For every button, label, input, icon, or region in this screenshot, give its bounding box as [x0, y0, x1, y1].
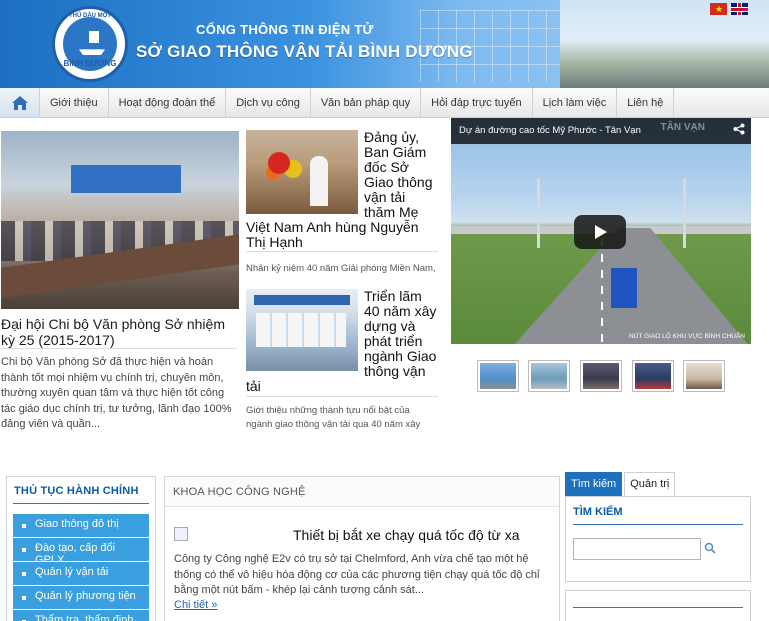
video-player[interactable]: Dự án đường cao tốc Mỹ Phước - Tân Vạn T… — [451, 118, 751, 344]
nav-item-hoi-dap-truc-tuyen[interactable]: Hỏi đáp trực tuyến — [421, 88, 533, 117]
ship-hull-icon — [79, 49, 105, 55]
nav-home[interactable] — [0, 88, 40, 117]
logo-name: BÌNH DƯƠNG — [63, 59, 117, 68]
main-nav: Giới thiệu Hoạt động đoàn thể Dịch vụ cô… — [0, 88, 769, 118]
ship-icon — [89, 31, 99, 43]
nav-item-lien-he[interactable]: Liên hệ — [617, 88, 675, 117]
news-title-side: Triển lãm 40 năm xây dựng và phát triển … — [364, 288, 437, 379]
vietnam-flag-icon[interactable]: ★ — [710, 3, 727, 15]
search-input[interactable] — [573, 538, 701, 560]
tab-search[interactable]: Tìm kiếm — [565, 472, 623, 496]
news-description: Giới thiệu những thành tựu nổi bật của n… — [246, 405, 421, 430]
science-tech-panel: KHOA HỌC CÔNG NGHỆ Thiết bị bắt xe chạy … — [164, 476, 560, 621]
news-title-rest: Việt Nam Anh hùng Nguyễn Thị Hạnh — [246, 219, 419, 250]
pole-shape — [537, 178, 540, 248]
article-image[interactable] — [174, 527, 188, 541]
read-more-link[interactable]: Chi tiết » — [174, 599, 217, 611]
right-tabs: Tìm kiếm Quản trị — [565, 472, 751, 496]
featured-description: Chi bộ Văn phòng Sở đã thực hiện và hoàn… — [1, 356, 232, 430]
screen-shape — [71, 165, 181, 193]
divider — [246, 396, 438, 397]
site-header: THỦ DẦU MỘT BÌNH DƯƠNG CỔNG THÔNG TIN ĐI… — [0, 0, 769, 88]
video-title[interactable]: Dự án đường cao tốc Mỹ Phước - Tân Vạn — [451, 118, 751, 144]
panel-heading: KHOA HỌC CÔNG NGHỆ — [165, 477, 559, 507]
video-thumbnail[interactable] — [580, 360, 622, 392]
home-icon — [11, 95, 28, 110]
share-icon[interactable] — [733, 123, 745, 138]
site-logo[interactable]: THỦ DẦU MỘT BÌNH DƯƠNG — [52, 6, 128, 82]
nav-item-gioi-thieu[interactable]: Giới thiệu — [40, 88, 109, 117]
divider — [573, 607, 743, 608]
procedure-item[interactable]: Giao thông đô thị — [13, 514, 149, 538]
divider — [246, 251, 438, 252]
divider — [13, 503, 149, 504]
procedure-item[interactable]: Đào tạo, cấp đổi GPLX — [13, 538, 149, 566]
news-description: Nhân kỷ niệm 40 năm Giải phóng Miền Nam, — [246, 263, 436, 274]
video-caption: NÚT GIAO LỘ KHU VỰC BÌNH CHUẨN — [629, 333, 745, 340]
video-watermark: TÂN VẠN — [660, 122, 705, 133]
search-icon[interactable] — [704, 542, 716, 554]
divider — [573, 524, 743, 525]
search-panel: TÌM KIẾM — [565, 496, 751, 582]
tab-admin[interactable]: Quản trị — [624, 472, 676, 496]
site-title: SỞ GIAO THÔNG VẬN TẢI BÌNH DƯƠNG — [136, 42, 473, 61]
video-thumbnail[interactable] — [528, 360, 570, 392]
procedure-item[interactable]: Quản lý vận tải — [13, 562, 149, 586]
nav-item-van-ban-phap-quy[interactable]: Văn bản pháp quy — [311, 88, 422, 117]
nav-item-dich-vu-cong[interactable]: Dịch vụ công — [226, 88, 311, 117]
site-subtitle: CỔNG THÔNG TIN ĐIỆN TỬ — [196, 22, 374, 37]
featured-image[interactable] — [1, 131, 239, 309]
article-title[interactable]: Thiết bị bắt xe chạy quá tốc độ từ xa — [293, 527, 520, 543]
news-title[interactable]: Đảng ủy, Ban Giám đốc Sở Giao thông vận … — [246, 130, 438, 250]
news-title-rest: tải — [246, 378, 261, 394]
panel-heading: THỦ TỤC HÀNH CHÍNH — [14, 485, 139, 497]
logo-top-text: THỦ DẦU MỘT — [69, 13, 111, 19]
article-description: Công ty Công nghệ E2v có trụ sở tại Chel… — [174, 553, 540, 596]
video-thumbnail[interactable] — [477, 360, 519, 392]
truck-shape — [611, 268, 637, 308]
procedure-item[interactable]: Quản lý phương tiện — [13, 586, 149, 610]
procedures-list: Giao thông đô thị Đào tạo, cấp đổi GPLX … — [13, 514, 149, 621]
news-title[interactable]: Triển lãm 40 năm xây dựng và phát triển … — [246, 289, 438, 394]
uk-flag-icon[interactable] — [731, 3, 748, 15]
play-icon[interactable] — [574, 215, 626, 249]
video-thumbnail[interactable] — [683, 360, 725, 392]
nav-item-hoat-dong-doan-the[interactable]: Hoạt động đoàn thể — [109, 88, 227, 117]
secondary-panel — [565, 590, 751, 621]
lane-shape — [601, 238, 603, 344]
news-title-side: Đảng ủy, Ban Giám đốc Sở Giao thông vận … — [364, 129, 433, 220]
pole-shape — [683, 178, 686, 248]
panel-heading: TÌM KIẾM — [573, 506, 623, 518]
featured-title[interactable]: Đại hội Chi bộ Văn phòng Sở nhiệm kỳ 25 … — [1, 316, 239, 348]
divider — [1, 348, 237, 349]
video-thumbnail[interactable] — [632, 360, 674, 392]
procedure-item[interactable]: Thẩm tra, thẩm định CT — [13, 610, 149, 621]
admin-procedures-panel: THỦ TỤC HÀNH CHÍNH Giao thông đô thị Đào… — [6, 476, 156, 621]
nav-item-lich-lam-viec[interactable]: Lịch làm việc — [533, 88, 618, 117]
